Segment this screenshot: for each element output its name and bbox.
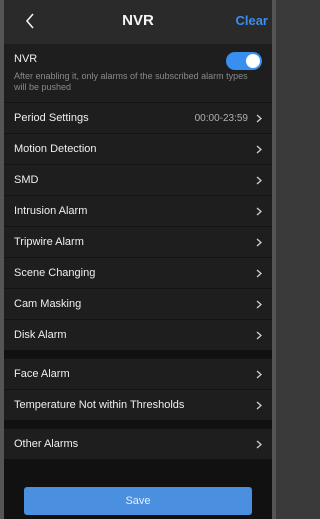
detection-group: Motion Detection SMD Intrusion Alarm Tripwi… [4,133,272,350]
clear-button[interactable]: Clear [235,13,268,28]
row-temperature-not-within-thresholds[interactable]: Temperature Not within Thresholds [4,389,272,420]
section-gap [4,420,272,428]
save-button[interactable]: Save [24,487,252,515]
row-cam-masking[interactable]: Cam Masking [4,288,272,319]
chevron-right-icon [256,300,262,308]
chevron-right-icon [256,145,262,153]
row-label: Cam Masking [14,298,82,310]
period-settings-row[interactable]: Period Settings 00:00-23:59 [4,102,272,133]
chevron-right-icon [256,238,262,246]
section-gap [4,350,272,358]
toggle-knob [246,54,260,68]
row-label: Scene Changing [14,267,96,279]
chevron-right-icon [256,331,262,339]
row-tripwire-alarm[interactable]: Tripwire Alarm [4,226,272,257]
row-label: Face Alarm [14,368,70,380]
row-intrusion-alarm[interactable]: Intrusion Alarm [4,195,272,226]
other-group: Other Alarms [4,428,272,459]
row-scene-changing[interactable]: Scene Changing [4,257,272,288]
nvr-settings-screen: NVR Clear NVR After enabling it, only al… [0,0,276,519]
chevron-right-icon [256,114,262,122]
header: NVR Clear [4,0,272,44]
chevron-right-icon [256,269,262,277]
row-smd[interactable]: SMD [4,164,272,195]
row-other-alarms[interactable]: Other Alarms [4,428,272,459]
chevron-right-icon [256,440,262,448]
chevron-right-icon [256,176,262,184]
row-label: Intrusion Alarm [14,205,88,217]
settings-list: NVR After enabling it, only alarms of th… [4,44,272,519]
nvr-toggle[interactable] [226,52,262,70]
right-edge [272,0,276,519]
row-label: Motion Detection [14,143,97,155]
save-area: Save [24,487,252,515]
period-settings-label: Period Settings [14,112,89,124]
nvr-label: NVR [14,53,38,65]
row-disk-alarm[interactable]: Disk Alarm [4,319,272,350]
period-settings-value: 00:00-23:59 [194,112,248,124]
row-face-alarm[interactable]: Face Alarm [4,358,272,389]
page-title: NVR [122,12,154,29]
row-label: SMD [14,174,39,186]
chevron-right-icon [256,370,262,378]
row-label: Disk Alarm [14,329,67,341]
row-label: Temperature Not within Thresholds [14,399,185,411]
row-label: Tripwire Alarm [14,236,84,248]
face-temperature-group: Face Alarm Temperature Not within Thresho… [4,358,272,420]
row-label: Other Alarms [14,438,79,450]
chevron-right-icon [256,401,262,409]
nvr-description: After enabling it, only alarms of the su… [14,71,248,92]
row-motion-detection[interactable]: Motion Detection [4,133,272,164]
chevron-right-icon [256,207,262,215]
nvr-toggle-section: NVR After enabling it, only alarms of th… [4,44,272,102]
